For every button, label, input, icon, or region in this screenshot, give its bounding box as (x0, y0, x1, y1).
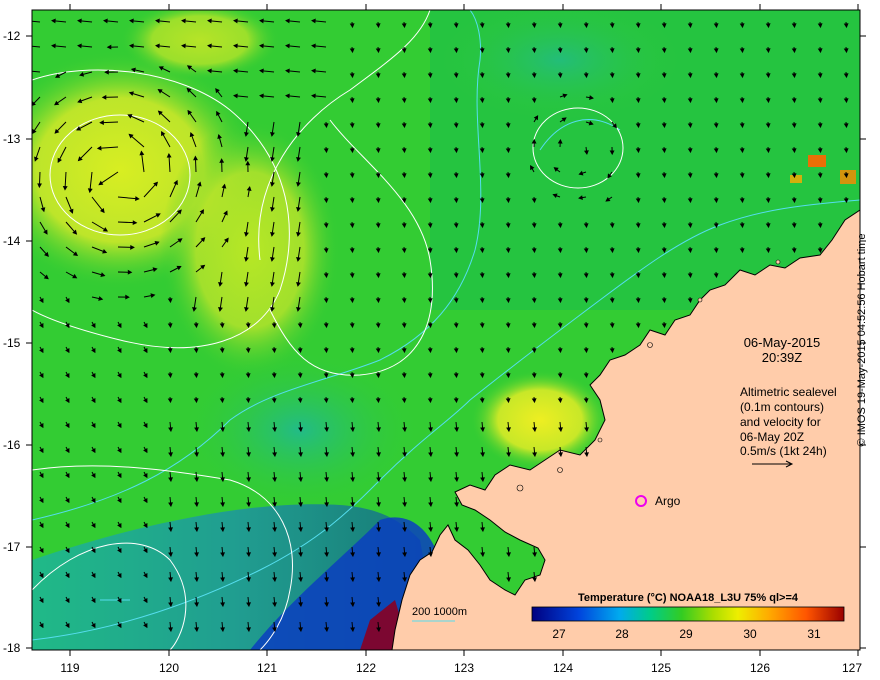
colorbar-tick: 28 (615, 627, 629, 641)
x-tick-label: 127 (842, 661, 862, 675)
island (516, 484, 524, 492)
cool-north (440, 10, 680, 120)
y-tick-label: -18 (3, 641, 21, 655)
hot-patch (790, 175, 802, 183)
colorbar-title: Temperature (°C) NOAA18_L3U 75% ql>=4 (578, 592, 799, 604)
colorbar-tick: 27 (552, 627, 566, 641)
y-tick-label: -17 (3, 540, 21, 554)
x-tick-label: 125 (651, 661, 671, 675)
y-tick-label: -15 (3, 336, 21, 350)
colorbar (531, 606, 845, 622)
island (597, 437, 603, 443)
island (775, 259, 781, 265)
colorbar-tick: 31 (807, 627, 821, 641)
colorbar-tick: 29 (679, 627, 693, 641)
y-tick-label: -14 (3, 234, 21, 248)
x-tick-label: 124 (553, 661, 573, 675)
velocity-arrowhead (26, 19, 29, 22)
island (557, 467, 563, 473)
hot-patch (808, 155, 826, 167)
map-time: 20:39Z (762, 350, 803, 365)
altimetry-line-2: (0.1m contours) (740, 400, 824, 414)
altimetry-line-1: Altimetric sealevel (740, 385, 837, 399)
y-tick-label: -13 (3, 132, 21, 146)
bathymetry-legend-label: 200 1000m (412, 606, 467, 618)
credit-text: © IMOS 19-May-2015 04:52:56 Hobart time (856, 233, 868, 447)
velocity-arrowhead (26, 69, 29, 72)
altimetry-line-3: and velocity for (740, 415, 821, 429)
map-field (26, 10, 860, 650)
x-tick-label: 123 (454, 661, 474, 675)
speed-scale-label: 0.5m/s (1kt 24h) (740, 444, 827, 458)
colorbar-tick: 30 (743, 627, 757, 641)
altimetry-line-4: 06-May 20Z (740, 430, 804, 444)
y-tick-label: -16 (3, 438, 21, 452)
map-date: 06-May-2015 (744, 335, 821, 350)
x-tick-label: 126 (750, 661, 770, 675)
warm-filament (160, 120, 340, 380)
island (647, 342, 653, 348)
argo-label: Argo (655, 494, 681, 508)
x-tick-label: 122 (356, 661, 376, 675)
hot-patch (840, 170, 856, 184)
x-tick-label: 120 (159, 661, 179, 675)
y-tick-label: -12 (3, 29, 21, 43)
warm-north (120, 10, 280, 80)
sst-map: 119 120 121 122 123 124 125 126 127 -12 … (3, 4, 866, 675)
x-tick-label: 121 (257, 661, 277, 675)
x-tick-label: 119 (60, 661, 79, 675)
velocity-arrowhead (26, 44, 29, 47)
island (697, 297, 703, 303)
